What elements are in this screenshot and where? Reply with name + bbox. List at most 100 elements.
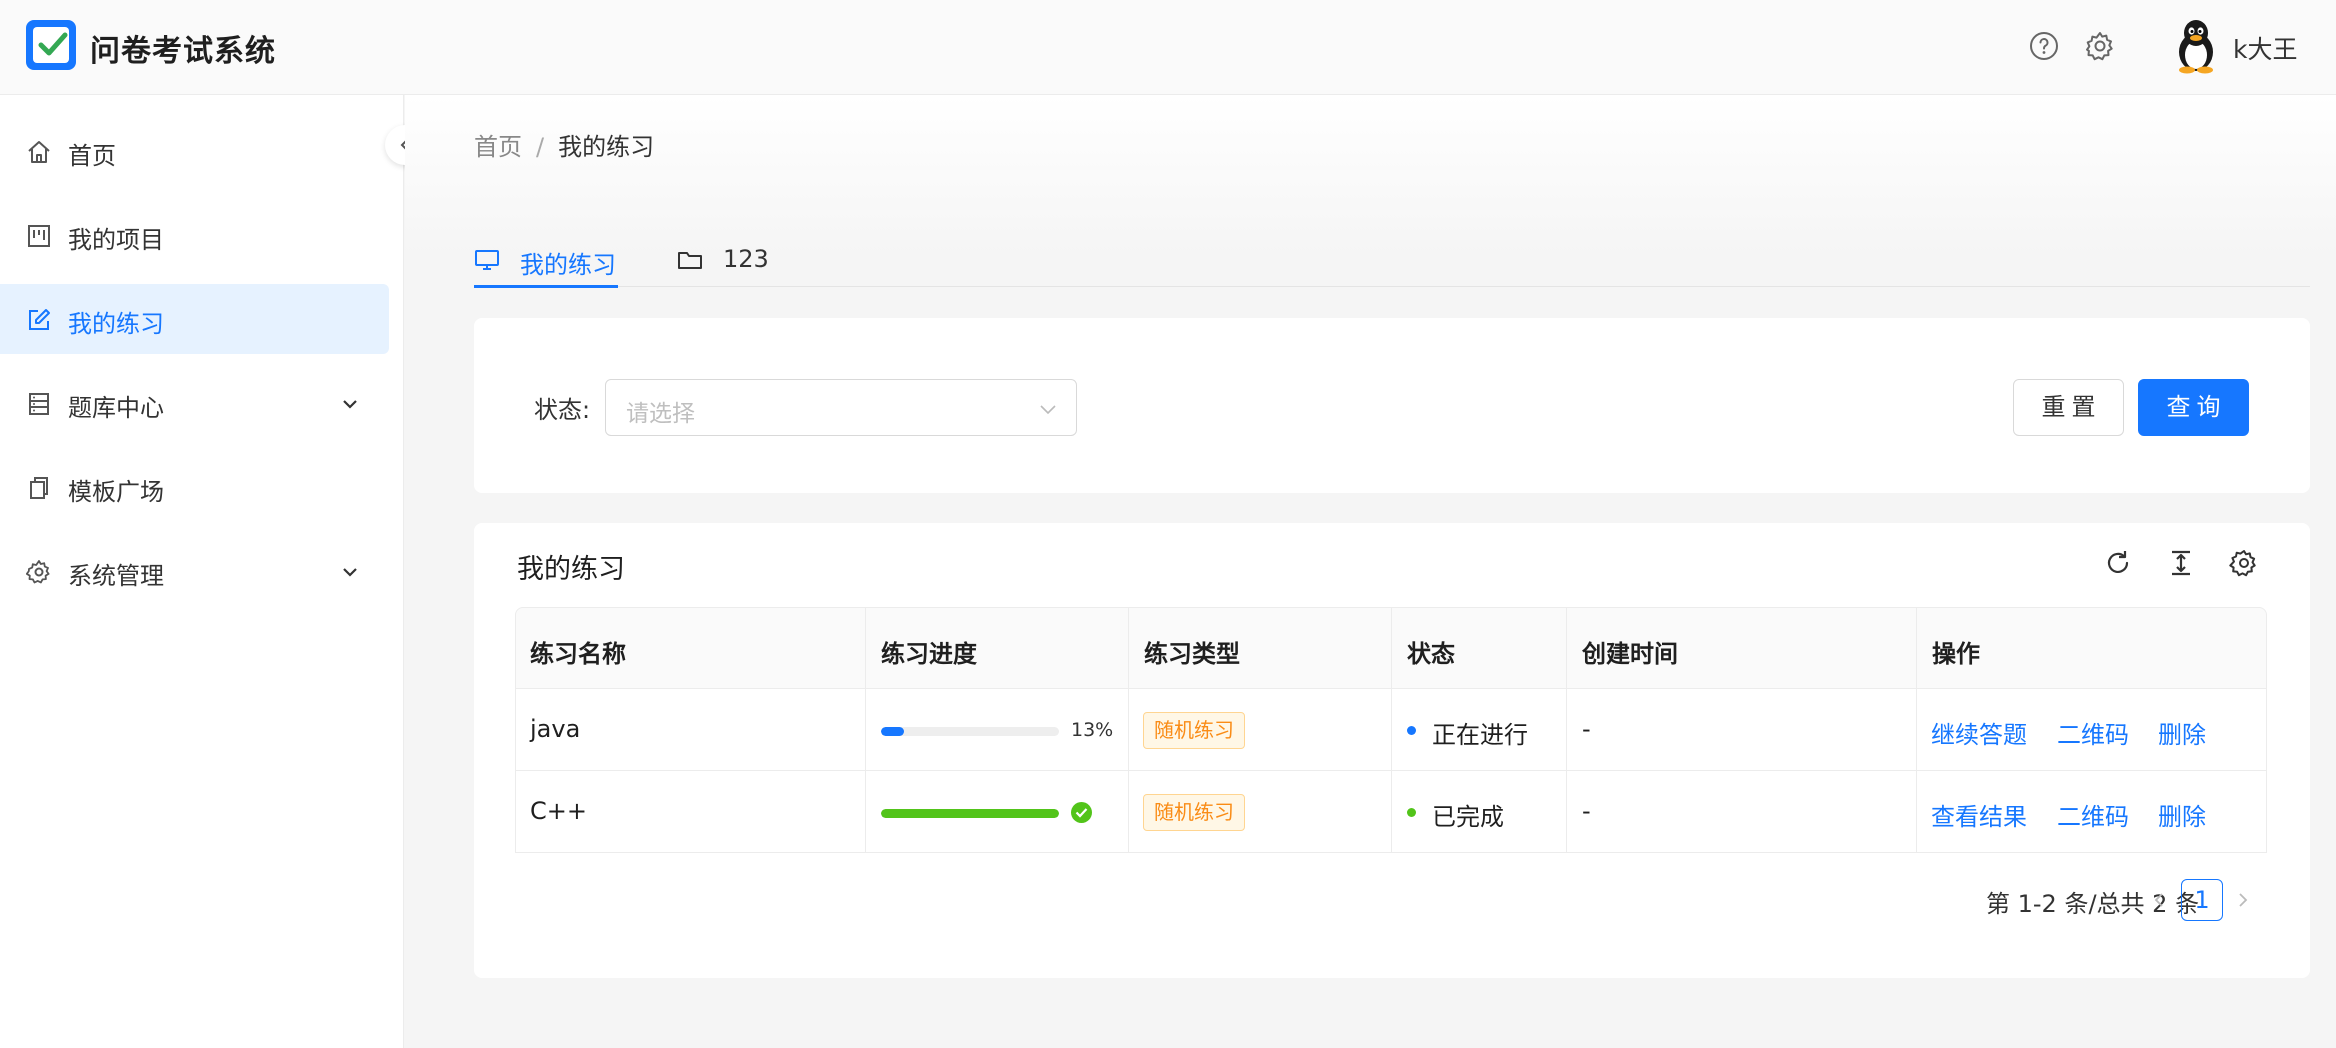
table-header-row: 练习名称 练习进度 练习类型 状态 创建时间 操作 (515, 607, 2267, 690)
table-cell: - (1566, 771, 1916, 853)
column-header-label: 状态 (1407, 640, 1455, 668)
status-dot (1407, 808, 1416, 817)
table-cell: 正在进行 (1391, 689, 1566, 771)
progress-bar (881, 809, 1059, 818)
column-header: 练习名称 (515, 608, 865, 690)
practice-type-tag: 随机练习 (1143, 712, 1245, 749)
status-select-placeholder: 请选择 (626, 401, 695, 427)
gear-icon (26, 560, 50, 584)
progress-fill (881, 809, 1059, 818)
desktop-icon (475, 250, 499, 270)
table-settings-gear-icon[interactable] (2229, 548, 2259, 578)
filter-panel: 状态: 请选择 重置 查询 (474, 318, 2310, 493)
check-circle-icon (1071, 802, 1092, 823)
column-header-label: 操作 (1932, 640, 1980, 668)
main-content: 首页/我的练习 我的练习 123 状态: 请选择 重置 查询 我的练习 练习 (405, 95, 2336, 1048)
practice-type-tag: 随机练习 (1143, 794, 1245, 831)
username[interactable]: k大王 (2233, 30, 2297, 66)
practice-name: java (530, 715, 581, 743)
tab-label: 我的练习 (520, 251, 616, 279)
practice-name: C++ (530, 797, 587, 825)
tab-123[interactable]: 123 (677, 245, 787, 287)
table-row: java 13% 随机练习 正在进行 - 继续答题 二维码 删除 (515, 689, 2267, 771)
status-text: 正在进行 (1432, 721, 1528, 749)
next-page-icon[interactable] (2234, 891, 2252, 909)
view-result-link[interactable]: 查看结果 (1931, 797, 2027, 832)
column-header: 练习进度 (865, 608, 1128, 690)
column-header-label: 练习进度 (881, 640, 977, 668)
column-height-icon[interactable] (2166, 548, 2196, 578)
continue-answer-link[interactable]: 继续答题 (1931, 715, 2027, 750)
breadcrumb-current: 我的练习 (558, 133, 655, 161)
table-cell: - (1566, 689, 1916, 771)
table-cell: 随机练习 (1128, 689, 1391, 771)
table-cell: 继续答题 二维码 删除 (1916, 689, 2267, 771)
table-cell: java (515, 689, 865, 771)
edit-icon (29, 309, 50, 330)
table-title: 我的练习 (517, 554, 625, 585)
project-icon (28, 225, 50, 247)
tab-active-indicator (474, 285, 618, 288)
status-filter-label: 状态: (534, 396, 591, 424)
help-circle-icon[interactable] (2028, 30, 2060, 62)
prev-page-icon[interactable] (2150, 891, 2168, 909)
delete-link[interactable]: 删除 (2158, 715, 2206, 750)
qrcode-link[interactable]: 二维码 (2057, 797, 2129, 832)
qrcode-link[interactable]: 二维码 (2057, 715, 2129, 750)
database-icon (29, 393, 49, 415)
sidebar-item-label: 题库中心 (68, 394, 164, 422)
table-cell: 查看结果 二维码 删除 (1916, 771, 2267, 853)
sidebar-item-my-practice[interactable]: 我的练习 (0, 284, 389, 354)
sidebar-item-label: 我的练习 (68, 310, 164, 338)
column-header-label: 练习名称 (530, 640, 626, 668)
breadcrumb: 首页 / 我的练习 (474, 127, 654, 162)
tab-my-practice[interactable]: 我的练习 (474, 245, 618, 288)
app-logo-icon[interactable] (26, 20, 76, 70)
progress-fill (881, 727, 905, 736)
table-cell (865, 771, 1128, 853)
sidebar-item-label: 首页 (68, 142, 116, 170)
status-dot (1407, 726, 1416, 735)
table-cell: 已完成 (1391, 771, 1566, 853)
progress-bar (881, 727, 1059, 736)
chevron-down-icon[interactable] (340, 394, 360, 414)
status-text: 已完成 (1432, 803, 1504, 831)
progress-percent: 13% (1071, 719, 1114, 741)
app-title: 问卷考试系统 (90, 34, 276, 69)
sidebar-item-system-admin[interactable]: 系统管理 (0, 536, 389, 606)
sidebar-item-label: 我的项目 (68, 226, 164, 254)
pagination-page-1[interactable]: 1 (2181, 879, 2223, 921)
sidebar-item-projects[interactable]: 我的项目 (0, 200, 389, 270)
column-header: 状态 (1391, 608, 1566, 690)
reset-button[interactable]: 重置 (2013, 379, 2124, 436)
copy-icon (30, 477, 48, 499)
tab-label: 123 (723, 245, 769, 273)
delete-link[interactable]: 删除 (2158, 797, 2206, 832)
column-header: 操作 (1916, 608, 2267, 690)
query-button[interactable]: 查询 (2138, 379, 2249, 436)
breadcrumb-home[interactable]: 首页 (474, 133, 522, 161)
chevron-down-icon[interactable] (340, 562, 360, 582)
status-select[interactable]: 请选择 (605, 379, 1077, 436)
home-icon (28, 141, 50, 163)
column-header: 练习类型 (1128, 608, 1391, 690)
column-header-label: 创建时间 (1582, 640, 1678, 668)
table-row: C++ 随机练习 已完成 - 查看结果 二维码 删除 (515, 771, 2267, 853)
created-time: - (1582, 797, 1591, 825)
breadcrumb-separator: / (536, 133, 545, 161)
settings-gear-icon[interactable] (2084, 30, 2116, 62)
table-cell: 随机练习 (1128, 771, 1391, 853)
folder-icon (678, 252, 702, 269)
sidebar-item-question-bank[interactable]: 题库中心 (0, 368, 389, 438)
sidebar-item-label: 模板广场 (68, 478, 164, 506)
sidebar-item-templates[interactable]: 模板广场 (0, 452, 389, 522)
tab-bar: 我的练习 123 (474, 245, 2310, 288)
table-cell: 13% (865, 689, 1128, 771)
column-header: 创建时间 (1566, 608, 1916, 690)
user-avatar[interactable] (2170, 18, 2222, 74)
sidebar-item-home[interactable]: 首页 (0, 116, 389, 186)
table-cell: C++ (515, 771, 865, 853)
column-header-label: 练习类型 (1144, 640, 1240, 668)
refresh-icon[interactable] (2103, 548, 2133, 578)
created-time: - (1582, 715, 1591, 743)
